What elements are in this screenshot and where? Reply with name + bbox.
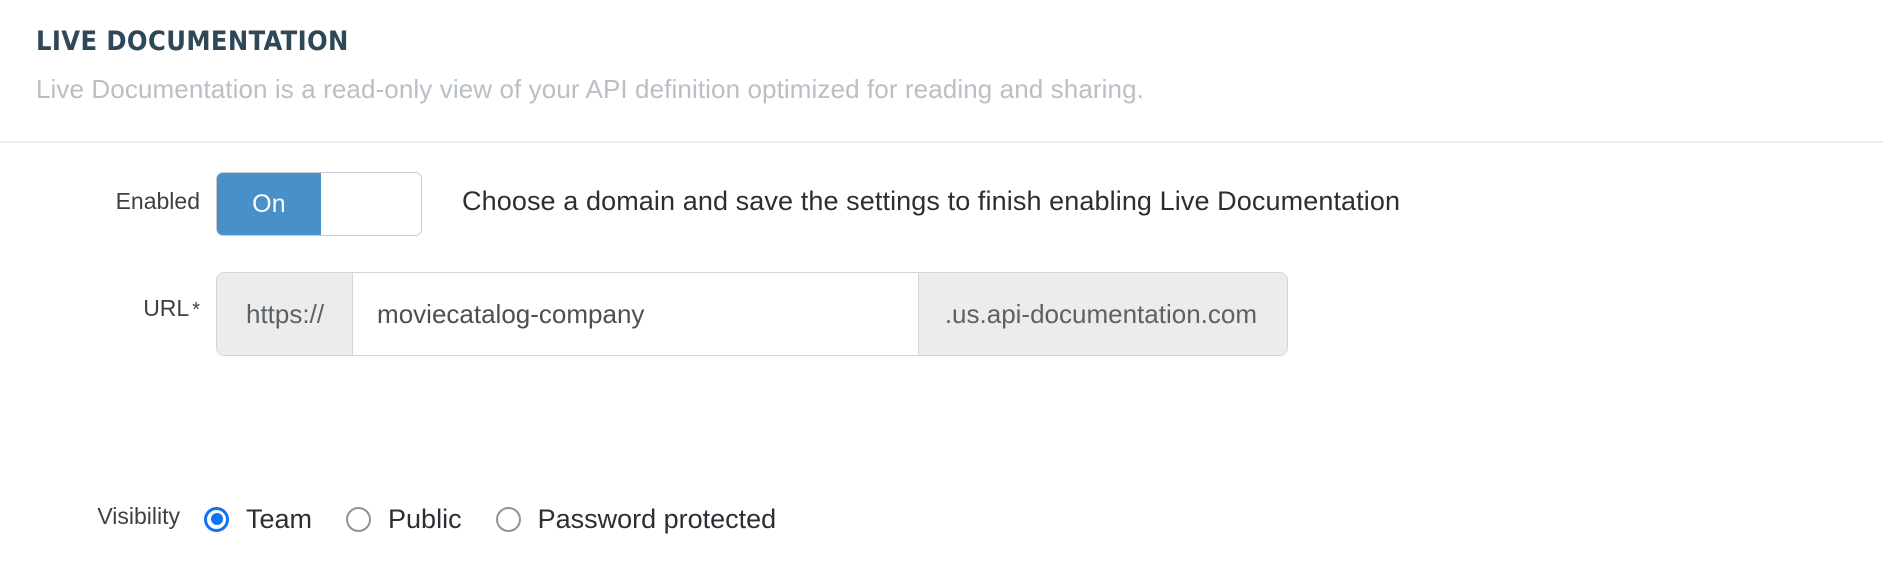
- visibility-radio-group: Team Public Password protected: [204, 492, 776, 546]
- url-suffix-addon: .us.api-documentation.com: [917, 273, 1287, 355]
- url-row: URL* https:// .us.api-documentation.com: [0, 272, 1883, 356]
- url-input-group: https:// .us.api-documentation.com: [216, 272, 1288, 356]
- page-title: LIVE DOCUMENTATION: [36, 26, 349, 57]
- toggle-on-segment[interactable]: On: [217, 173, 321, 235]
- visibility-label: Visibility: [97, 503, 180, 529]
- radio-unselected-icon[interactable]: [346, 506, 372, 532]
- visibility-option-password-protected[interactable]: Password protected: [495, 503, 777, 535]
- radio-selected-icon[interactable]: [204, 506, 229, 532]
- toggle-off-segment[interactable]: [321, 173, 421, 235]
- enabled-toggle[interactable]: On: [216, 172, 422, 236]
- enabled-row: Enabled On Choose a domain and save the …: [0, 160, 1883, 252]
- enabled-label: Enabled: [115, 188, 200, 214]
- url-label: URL *: [0, 295, 200, 322]
- visibility-option-public[interactable]: Public: [346, 504, 462, 535]
- panel-header: LIVE DOCUMENTATION Live Documentation is…: [0, 0, 1883, 143]
- page-subtitle: Live Documentation is a read-only view o…: [36, 74, 1144, 104]
- live-documentation-settings-panel: LIVE DOCUMENTATION Live Documentation is…: [0, 0, 1883, 583]
- required-marker: *: [192, 299, 200, 321]
- radio-unselected-icon[interactable]: [495, 506, 521, 532]
- visibility-option-team-label: Team: [246, 503, 313, 534]
- visibility-option-password-protected-label: Password protected: [537, 503, 777, 534]
- visibility-row: Visibility Team Public Password protecte…: [0, 492, 1883, 546]
- url-label-text: URL: [143, 295, 190, 321]
- enabled-hint-text: Choose a domain and save the settings to…: [462, 186, 1401, 216]
- visibility-option-team[interactable]: Team: [204, 504, 312, 535]
- url-input[interactable]: [353, 273, 918, 355]
- visibility-option-public-label: Public: [388, 503, 462, 534]
- url-prefix-addon: https://: [217, 273, 354, 355]
